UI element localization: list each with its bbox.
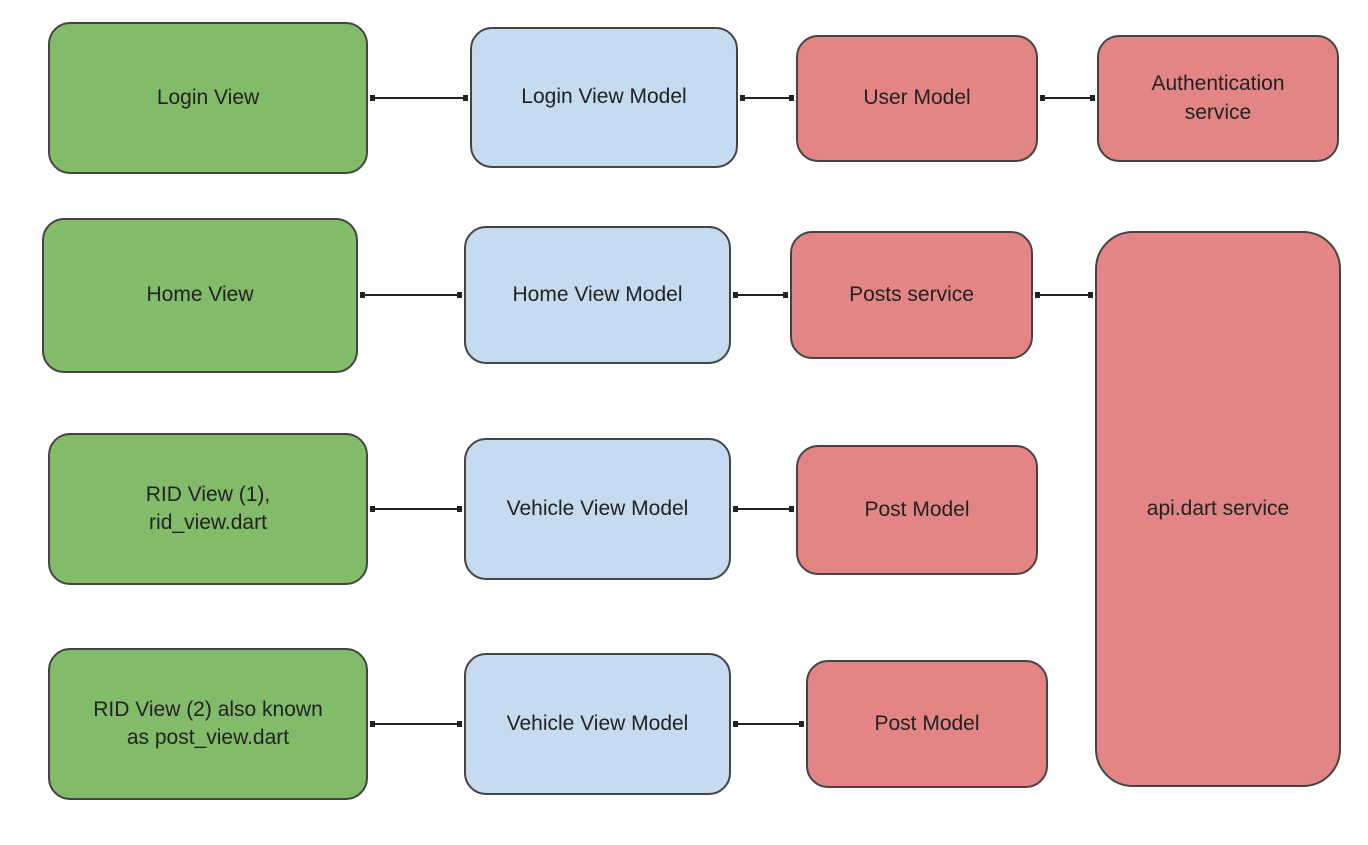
login-view-node: Login View xyxy=(48,22,368,174)
login-view-model-node: Login View Model xyxy=(470,27,738,168)
posts-service-node: Posts service xyxy=(790,231,1033,359)
post-model-2-node: Post Model xyxy=(806,660,1048,788)
vehicle-view-model-1-node: Vehicle View Model xyxy=(464,438,731,580)
user-model-node: User Model xyxy=(796,35,1038,162)
api-service-node: api.dart service xyxy=(1095,231,1341,787)
post-model-1-node: Post Model xyxy=(796,445,1038,575)
authentication-service-node: Authentication service xyxy=(1097,35,1339,162)
home-view-node: Home View xyxy=(42,218,358,373)
rid-view-2-node: RID View (2) also known as post_view.dar… xyxy=(48,648,368,800)
vehicle-view-model-2-node: Vehicle View Model xyxy=(464,653,731,795)
home-view-model-node: Home View Model xyxy=(464,226,731,364)
rid-view-1-node: RID View (1), rid_view.dart xyxy=(48,433,368,585)
